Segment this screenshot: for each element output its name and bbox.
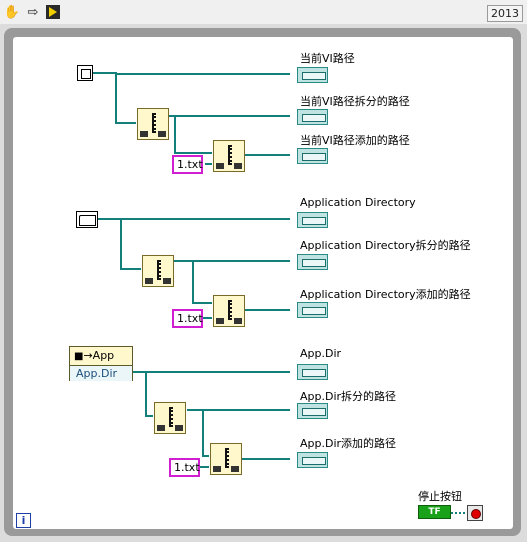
path-indicator[interactable] [297, 148, 328, 164]
loop-condition-terminal[interactable] [467, 505, 483, 521]
stop-button-label: 停止按钮 [418, 490, 462, 503]
while-loop-interior [13, 37, 513, 529]
toolbar: ✋ ⇨ 2013 [0, 0, 527, 24]
build-path-node[interactable] [213, 295, 245, 327]
application-directory-icon[interactable] [76, 211, 98, 228]
path-indicator[interactable] [297, 109, 328, 125]
path-indicator[interactable] [297, 67, 328, 83]
run-icon[interactable] [44, 3, 62, 21]
strip-path-node[interactable] [142, 255, 174, 287]
path-indicator[interactable] [297, 302, 328, 318]
path-indicator[interactable] [297, 403, 328, 419]
indicator-label: Application Directory拆分的路径 [300, 239, 471, 252]
hand-icon[interactable]: ✋ [3, 3, 21, 21]
string-constant[interactable]: 1.txt [169, 458, 200, 477]
arrow-icon[interactable]: ⇨ [24, 3, 42, 21]
path-indicator[interactable] [297, 212, 328, 228]
build-path-node[interactable] [210, 443, 242, 475]
strip-path-node[interactable] [154, 402, 186, 434]
string-constant[interactable]: 1.txt [172, 309, 203, 328]
indicator-label: Application Directory [300, 196, 416, 209]
current-vi-path-icon[interactable] [77, 65, 93, 81]
indicator-label: 当前VI路径 [300, 52, 355, 65]
path-indicator[interactable] [297, 452, 328, 468]
app-property-node[interactable]: ■→App App.Dir [69, 346, 133, 381]
indicator-label: Application Directory添加的路径 [300, 288, 471, 301]
stop-button-terminal[interactable]: TF [418, 505, 451, 519]
indicator-label: 当前VI路径添加的路径 [300, 134, 410, 147]
strip-path-node[interactable] [137, 108, 169, 140]
iteration-terminal-icon[interactable]: i [16, 513, 31, 528]
indicator-label: App.Dir拆分的路径 [300, 390, 397, 403]
string-constant[interactable]: 1.txt [172, 155, 203, 174]
property-node-property[interactable]: App.Dir [70, 365, 132, 381]
build-path-node[interactable] [213, 140, 245, 172]
version-badge: 2013 [487, 5, 523, 22]
indicator-label: 当前VI路径拆分的路径 [300, 95, 410, 108]
property-node-class: App [92, 349, 115, 362]
path-indicator[interactable] [297, 364, 328, 380]
path-indicator[interactable] [297, 254, 328, 270]
indicator-label: App.Dir [300, 347, 342, 360]
indicator-label: App.Dir添加的路径 [300, 437, 397, 450]
